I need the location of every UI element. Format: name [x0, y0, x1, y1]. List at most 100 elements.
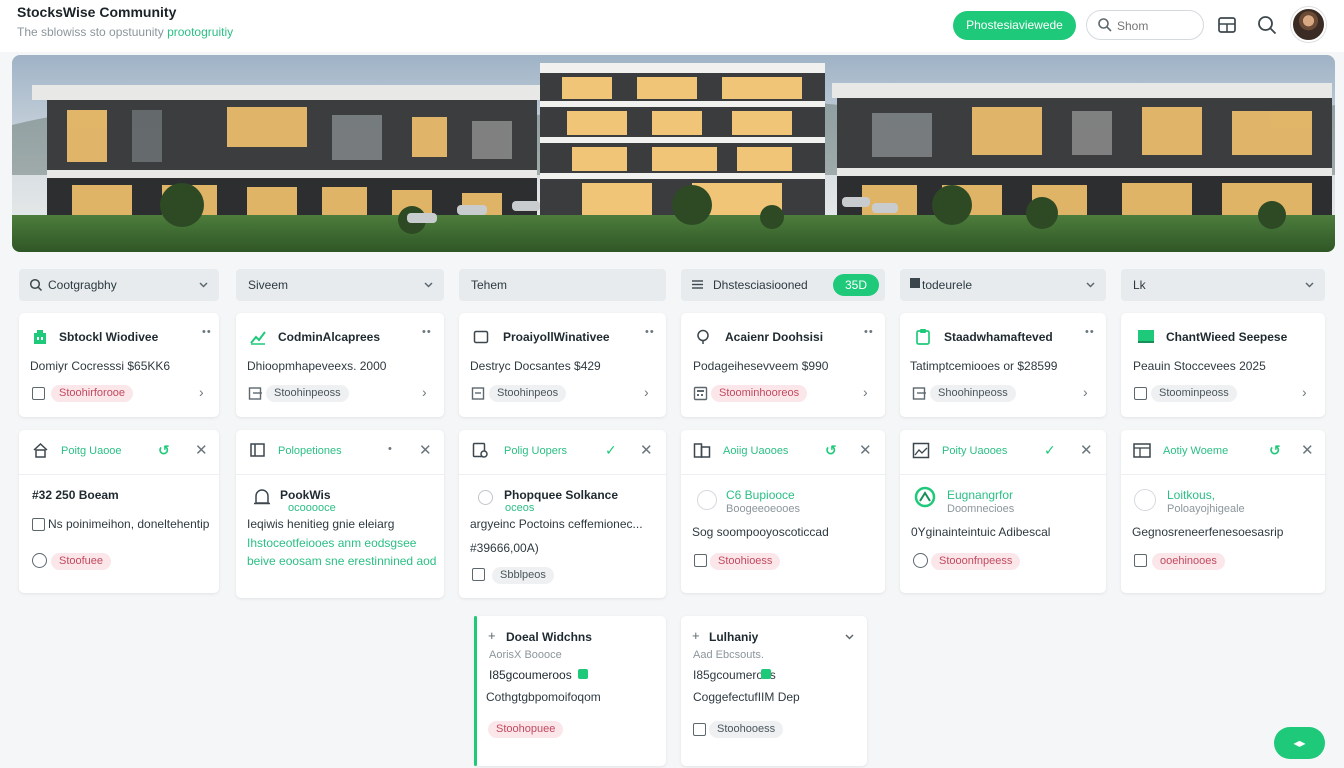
hero-banner-image	[12, 55, 1335, 252]
card-checkbox[interactable]	[32, 518, 45, 531]
floating-action-button[interactable]: ◂▸	[1274, 727, 1325, 759]
chevron-down-icon[interactable]	[844, 631, 855, 642]
close-icon[interactable]: ✕	[1080, 441, 1093, 459]
more-options-icon[interactable]: ••	[864, 326, 874, 338]
card-radio[interactable]	[32, 553, 47, 568]
card-radio[interactable]	[478, 490, 493, 505]
table-icon	[1133, 443, 1151, 458]
status-tag: ooehinooes	[1152, 553, 1225, 570]
menu-icon	[692, 280, 703, 289]
detail-card[interactable]: Poity Uaooes ✓ ✕ Eugnangrfor Doomnecioes…	[900, 430, 1106, 593]
stock-card[interactable]: Staadwhamafteved •• Tatimptcemiooes or $…	[900, 313, 1106, 417]
card-header-label: Poitg Uaooe	[61, 445, 122, 457]
status-tag: Stoohioess	[710, 553, 781, 570]
card-divider	[900, 474, 1106, 475]
status-tag: Stoohooess	[709, 721, 784, 738]
card-caption: AorisX Boooce	[489, 649, 562, 661]
card-text-green: Ihstoceotfeiooes anm eodsgsee	[247, 536, 417, 550]
chevron-right-icon[interactable]: ›	[863, 384, 868, 400]
search-document-icon	[472, 442, 488, 458]
more-options-icon[interactable]: ••	[645, 326, 655, 338]
house-icon	[33, 442, 48, 458]
card-title: ChantWieed Seepese	[1166, 330, 1288, 344]
detail-card[interactable]: Aoiig Uaooes ↺ ✕ C6 Bupiooce Boogeeoeooe…	[681, 430, 885, 593]
stock-card[interactable]: CodminAlcaprees •• Dhioopmhapeveexs. 200…	[236, 313, 444, 417]
card-checkbox[interactable]	[693, 723, 706, 736]
status-tag: Stoohinpeos	[489, 385, 567, 402]
more-options-icon[interactable]: ••	[422, 326, 432, 338]
filter-dropdown-3[interactable]: Tehem	[459, 269, 666, 301]
card-checkbox[interactable]	[472, 568, 485, 581]
card-checkbox[interactable]	[32, 387, 45, 400]
chevron-down-icon	[1086, 282, 1095, 288]
chevron-right-icon[interactable]: ›	[644, 384, 649, 400]
detail-card[interactable]: Polopetiones • ✕ PookWis ocooooce Ieqiwi…	[236, 430, 444, 598]
filter-dropdown-1[interactable]: Cootgragbhy	[19, 269, 219, 301]
card-text: Gegnosreneerfenesoesasrip	[1132, 525, 1284, 539]
close-icon[interactable]: ✕	[640, 441, 653, 459]
plus-icon[interactable]: +	[488, 628, 496, 643]
filter-dropdown-2[interactable]: Siveem	[236, 269, 444, 301]
filter-label: Tehem	[471, 278, 508, 292]
card-title: Lulhaniy	[709, 630, 759, 644]
close-icon[interactable]: ✕	[859, 441, 872, 459]
checkmark-icon[interactable]: ✓	[605, 442, 617, 459]
close-icon[interactable]: ✕	[195, 441, 208, 459]
filter-dropdown-4[interactable]: Dhstesciasiooned 35D	[681, 269, 885, 301]
refresh-icon[interactable]: ↺	[1269, 442, 1281, 459]
status-tag: Shoohinpeoss	[930, 385, 1016, 402]
detail-card[interactable]: Aotiy Woeme ↺ ✕ Loitkous, Poloayojhigeal…	[1121, 430, 1325, 593]
summary-card[interactable]: + Doeal Widchns AorisX Boooce I85gcoumer…	[474, 616, 666, 766]
card-text-green: beive eoosam sne erestinnined aod	[247, 554, 437, 568]
card-divider	[236, 474, 444, 475]
card-caption: Boogeeoeooes	[726, 503, 801, 515]
card-subtitle: Tatimptcemiooes or $28599	[910, 359, 1058, 373]
refresh-icon[interactable]: ↺	[158, 442, 170, 459]
search-icon[interactable]	[1256, 14, 1278, 36]
status-indicator	[578, 669, 588, 679]
chevron-right-icon[interactable]: ›	[1083, 384, 1088, 400]
detail-card[interactable]: Polig Uopers ✓ ✕ Phopquee Solkance oceos…	[459, 430, 666, 598]
card-text: CoggefectufIIM Dep	[693, 690, 800, 704]
more-options-icon[interactable]: ••	[1085, 326, 1095, 338]
refresh-icon[interactable]: ↺	[825, 442, 837, 459]
layout-grid-icon[interactable]	[1216, 14, 1238, 36]
filter-dropdown-6[interactable]: Lk	[1121, 269, 1325, 301]
summary-card[interactable]: + Lulhaniy Aad Ebcsouts. I85gcoumeroos C…	[681, 616, 867, 766]
card-checkbox[interactable]	[1134, 554, 1147, 567]
checkmark-icon[interactable]: ✓	[1044, 442, 1056, 459]
stock-card[interactable]: ProaiyollWinativee •• Destryc Docsantes …	[459, 313, 666, 417]
chevron-right-icon[interactable]: ›	[199, 384, 204, 400]
search-input[interactable]	[1117, 17, 1197, 34]
filter-count-badge: 35D	[833, 274, 879, 296]
card-accent-bar	[474, 616, 477, 766]
status-tag: Stoominpeoss	[1151, 385, 1237, 402]
user-avatar[interactable]	[1291, 7, 1326, 42]
close-icon[interactable]: ✕	[1301, 441, 1314, 459]
card-checkbox[interactable]	[694, 554, 707, 567]
card-divider	[459, 474, 666, 475]
more-options-icon[interactable]: •	[388, 443, 393, 455]
card-subtitle: Destryc Docsantes $429	[470, 359, 601, 373]
more-options-icon[interactable]: ••	[202, 326, 212, 338]
filter-dropdown-5[interactable]: todeurele	[900, 269, 1106, 301]
card-checkbox[interactable]	[1134, 387, 1147, 400]
search-box[interactable]	[1086, 10, 1204, 40]
card-caption: Poloayojhigeale	[1167, 503, 1245, 515]
detail-card[interactable]: Poitg Uaooe ↺ ✕ #32 250 Boeam Ns poinime…	[19, 430, 219, 593]
chart-line-icon	[250, 331, 266, 345]
stock-card[interactable]: Sbtockl Wiodivee •• Domiyr Cocresssi $65…	[19, 313, 219, 417]
chevron-right-icon[interactable]: ›	[422, 384, 427, 400]
plus-icon[interactable]: +	[692, 628, 700, 643]
card-radio[interactable]	[913, 553, 928, 568]
close-icon[interactable]: ✕	[419, 441, 432, 459]
primary-cta-button[interactable]: Phostesiaviewede	[953, 11, 1076, 40]
chevron-right-icon[interactable]: ›	[1302, 384, 1307, 400]
stock-card[interactable]: ChantWieed Seepese Peauin Stoccevees 202…	[1121, 313, 1325, 417]
status-tag: Stoohopuee	[488, 721, 564, 738]
status-indicator	[761, 669, 771, 679]
leaf-logo-icon	[914, 486, 936, 508]
brand-subtitle: The sblowiss sto opstuunity prootogruiti…	[17, 25, 233, 39]
card-text: Ieqiwis henitieg gnie eleiarg	[247, 517, 395, 531]
stock-card[interactable]: Acaienr Doohsisi •• Podageihesevveem $99…	[681, 313, 885, 417]
